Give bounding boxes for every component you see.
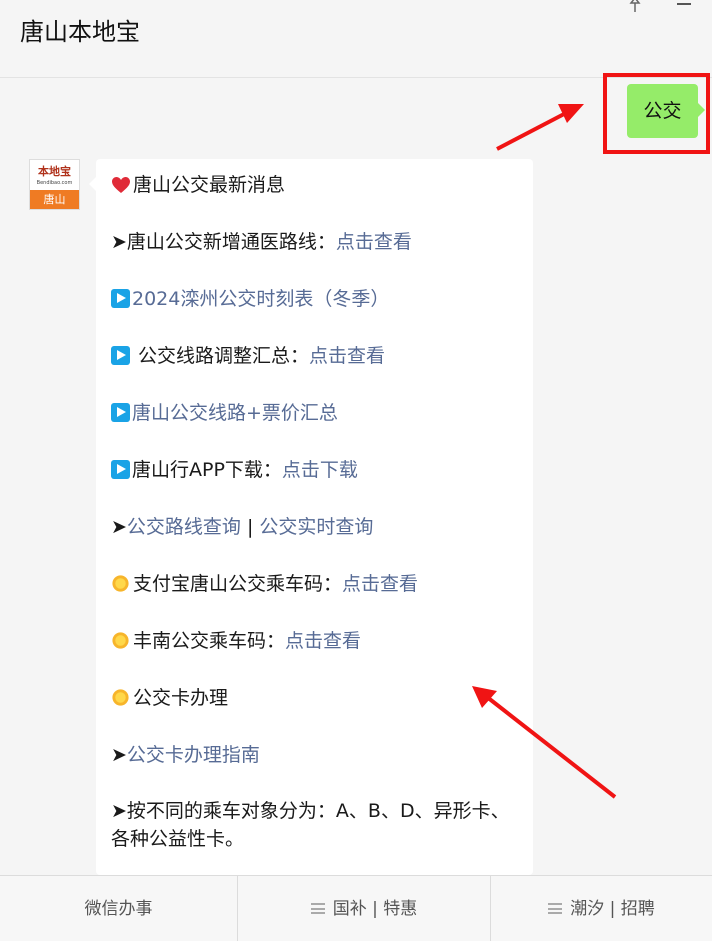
message-line: 支付宝唐山公交乘车码：点击查看 [111, 570, 521, 598]
sun-icon [112, 689, 129, 706]
message-line: ➤公交卡办理指南 [111, 741, 521, 769]
chat-title: 唐山本地宝 [20, 18, 140, 46]
message-line: ➤唐山公交新增通医路线：点击查看 [111, 228, 521, 256]
message-line: 公交线路调整汇总：点击查看 [111, 342, 521, 370]
message-text: ➤ [111, 744, 127, 766]
menu-lines-icon [548, 903, 563, 914]
message-text: ➤ [111, 516, 127, 538]
play-icon [111, 403, 130, 422]
play-icon [111, 460, 130, 479]
message-line: ➤按不同的乘车对象分为：A、B、D、异形卡、各种公益性卡。 [111, 800, 510, 850]
card-guide-link[interactable]: 公交卡办理指南 [127, 744, 260, 766]
menu-item-subsidy-deals[interactable]: 国补 | 特惠 [238, 876, 490, 941]
menu-item-label: 国补 | 特惠 [332, 899, 418, 919]
chat-header: 唐山本地宝 [0, 0, 712, 78]
route-query-link[interactable]: 公交路线查询 [127, 516, 241, 538]
received-message-bubble: 唐山公交最新消息 ➤唐山公交新增通医路线：点击查看 2024滦州公交时刻表（冬季… [96, 159, 533, 875]
menu-item-wechat-service[interactable]: 微信办事 [0, 876, 237, 941]
message-text: 公交线路调整汇总： [132, 345, 310, 367]
bubble-tail [89, 177, 96, 191]
avatar-city-badge: 唐山 [30, 190, 79, 209]
message-line: 2024滦州公交时刻表（冬季） [111, 285, 521, 313]
separator: | [240, 516, 260, 538]
heart-icon [112, 177, 130, 193]
message-text: 公交卡办理 [133, 687, 229, 709]
arrow-to-sent [496, 104, 584, 151]
avatar-domain-text: Bendibao.com [36, 180, 73, 186]
download-link[interactable]: 点击下载 [282, 459, 358, 481]
view-link[interactable]: 点击查看 [336, 231, 412, 253]
message-line: 唐山公交线路+票价汇总 [111, 399, 521, 427]
view-link[interactable]: 点击查看 [342, 573, 418, 595]
play-icon [111, 289, 130, 308]
realtime-query-link[interactable]: 公交实时查询 [259, 516, 373, 538]
message-text: 唐山公交最新消息 [133, 174, 286, 196]
sun-icon [112, 575, 129, 592]
message-text: 支付宝唐山公交乘车码： [133, 573, 343, 595]
message-text: ➤唐山公交新增通医路线： [111, 231, 336, 253]
view-link[interactable]: 点击查看 [309, 345, 385, 367]
message-line: 公交卡办理 [111, 684, 521, 712]
play-icon [111, 346, 130, 365]
message-line: ➤公交路线查询 | 公交实时查询 [111, 513, 521, 541]
message-text: 唐山行APP下载： [132, 459, 282, 481]
menu-item-label: 微信办事 [84, 899, 153, 919]
avatar-logo-text: 本地宝 [38, 165, 71, 178]
avatar[interactable]: 本地宝 Bendibao.com 唐山 [29, 159, 80, 210]
message-line: 唐山行APP下载：点击下载 [111, 456, 521, 484]
view-link[interactable]: 点击查看 [285, 630, 361, 652]
message-text: 丰南公交乘车码： [133, 630, 286, 652]
sun-icon [112, 632, 129, 649]
pin-icon[interactable] [626, 0, 644, 14]
message-line: 丰南公交乘车码：点击查看 [111, 627, 521, 655]
sent-message-bubble: 公交 [627, 84, 705, 138]
message-line: 唐山公交最新消息 [111, 171, 521, 199]
bottom-menu: 微信办事 国补 | 特惠 潮汐 | 招聘 [0, 875, 712, 941]
menu-lines-icon [310, 903, 325, 914]
menu-item-tide-jobs[interactable]: 潮汐 | 招聘 [491, 876, 712, 941]
timetable-link[interactable]: 2024滦州公交时刻表（冬季） [132, 288, 389, 310]
routes-fares-link[interactable]: 唐山公交线路+票价汇总 [132, 402, 338, 424]
menu-item-label: 潮汐 | 招聘 [570, 899, 655, 919]
minimize-icon[interactable] [677, 3, 691, 5]
